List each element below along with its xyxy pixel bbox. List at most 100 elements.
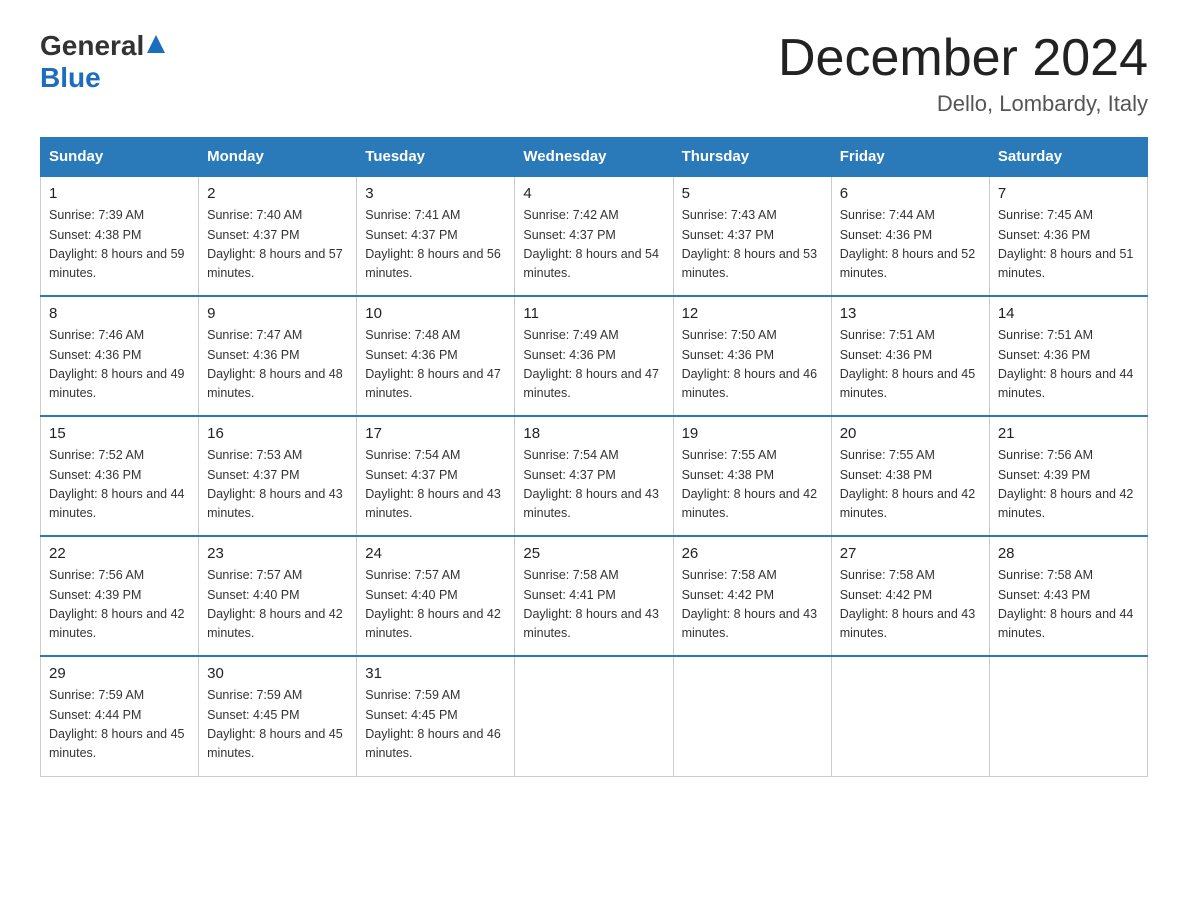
sunset-label: Sunset: 4:40 PM (365, 588, 457, 602)
day-info: Sunrise: 7:48 AM Sunset: 4:36 PM Dayligh… (365, 326, 506, 404)
sunset-label: Sunset: 4:37 PM (207, 468, 299, 482)
sunset-label: Sunset: 4:40 PM (207, 588, 299, 602)
logo-top: General (40, 30, 165, 62)
day-number: 30 (207, 665, 348, 682)
day-cell (515, 656, 673, 776)
daylight-label: Daylight: 8 hours and 44 minutes. (998, 367, 1134, 400)
sunset-label: Sunset: 4:37 PM (365, 468, 457, 482)
day-number: 22 (49, 545, 190, 562)
day-number: 5 (682, 185, 823, 202)
day-info: Sunrise: 7:50 AM Sunset: 4:36 PM Dayligh… (682, 326, 823, 404)
daylight-label: Daylight: 8 hours and 42 minutes. (207, 607, 343, 640)
sunrise-label: Sunrise: 7:51 AM (840, 328, 935, 342)
day-number: 18 (523, 425, 664, 442)
sunrise-label: Sunrise: 7:57 AM (207, 568, 302, 582)
daylight-label: Daylight: 8 hours and 59 minutes. (49, 247, 185, 280)
sunrise-label: Sunrise: 7:46 AM (49, 328, 144, 342)
day-info: Sunrise: 7:43 AM Sunset: 4:37 PM Dayligh… (682, 206, 823, 284)
page-header: General Blue December 2024 Dello, Lombar… (40, 30, 1148, 117)
calendar-header: Sunday Monday Tuesday Wednesday Thursday… (41, 138, 1148, 177)
day-cell (673, 656, 831, 776)
day-number: 1 (49, 185, 190, 202)
day-number: 2 (207, 185, 348, 202)
sunrise-label: Sunrise: 7:54 AM (365, 448, 460, 462)
sunset-label: Sunset: 4:45 PM (207, 708, 299, 722)
day-cell: 28 Sunrise: 7:58 AM Sunset: 4:43 PM Dayl… (989, 536, 1147, 656)
day-number: 25 (523, 545, 664, 562)
sunset-label: Sunset: 4:42 PM (840, 588, 932, 602)
sunset-label: Sunset: 4:37 PM (523, 228, 615, 242)
sunrise-label: Sunrise: 7:58 AM (998, 568, 1093, 582)
day-number: 12 (682, 305, 823, 322)
day-info: Sunrise: 7:51 AM Sunset: 4:36 PM Dayligh… (840, 326, 981, 404)
daylight-label: Daylight: 8 hours and 43 minutes. (840, 607, 976, 640)
day-info: Sunrise: 7:53 AM Sunset: 4:37 PM Dayligh… (207, 446, 348, 524)
day-number: 28 (998, 545, 1139, 562)
sunset-label: Sunset: 4:36 PM (365, 348, 457, 362)
daylight-label: Daylight: 8 hours and 47 minutes. (523, 367, 659, 400)
day-cell: 31 Sunrise: 7:59 AM Sunset: 4:45 PM Dayl… (357, 656, 515, 776)
daylight-label: Daylight: 8 hours and 57 minutes. (207, 247, 343, 280)
sunset-label: Sunset: 4:36 PM (207, 348, 299, 362)
daylight-label: Daylight: 8 hours and 44 minutes. (49, 487, 185, 520)
day-info: Sunrise: 7:58 AM Sunset: 4:41 PM Dayligh… (523, 566, 664, 644)
daylight-label: Daylight: 8 hours and 47 minutes. (365, 367, 501, 400)
day-info: Sunrise: 7:59 AM Sunset: 4:45 PM Dayligh… (207, 686, 348, 764)
day-cell: 14 Sunrise: 7:51 AM Sunset: 4:36 PM Dayl… (989, 296, 1147, 416)
day-number: 24 (365, 545, 506, 562)
day-cell: 13 Sunrise: 7:51 AM Sunset: 4:36 PM Dayl… (831, 296, 989, 416)
sunrise-label: Sunrise: 7:45 AM (998, 208, 1093, 222)
sunset-label: Sunset: 4:36 PM (49, 348, 141, 362)
day-info: Sunrise: 7:42 AM Sunset: 4:37 PM Dayligh… (523, 206, 664, 284)
sunset-label: Sunset: 4:36 PM (840, 228, 932, 242)
day-number: 20 (840, 425, 981, 442)
day-info: Sunrise: 7:41 AM Sunset: 4:37 PM Dayligh… (365, 206, 506, 284)
day-cell: 20 Sunrise: 7:55 AM Sunset: 4:38 PM Dayl… (831, 416, 989, 536)
header-row: Sunday Monday Tuesday Wednesday Thursday… (41, 138, 1148, 177)
day-cell: 21 Sunrise: 7:56 AM Sunset: 4:39 PM Dayl… (989, 416, 1147, 536)
day-cell: 30 Sunrise: 7:59 AM Sunset: 4:45 PM Dayl… (199, 656, 357, 776)
sunrise-label: Sunrise: 7:56 AM (998, 448, 1093, 462)
sunrise-label: Sunrise: 7:58 AM (682, 568, 777, 582)
day-number: 27 (840, 545, 981, 562)
day-number: 9 (207, 305, 348, 322)
week-row-1: 1 Sunrise: 7:39 AM Sunset: 4:38 PM Dayli… (41, 176, 1148, 296)
daylight-label: Daylight: 8 hours and 46 minutes. (365, 727, 501, 760)
sunrise-label: Sunrise: 7:39 AM (49, 208, 144, 222)
sunrise-label: Sunrise: 7:47 AM (207, 328, 302, 342)
sunrise-label: Sunrise: 7:43 AM (682, 208, 777, 222)
sunset-label: Sunset: 4:36 PM (998, 348, 1090, 362)
day-cell: 6 Sunrise: 7:44 AM Sunset: 4:36 PM Dayli… (831, 176, 989, 296)
sunset-label: Sunset: 4:37 PM (523, 468, 615, 482)
sunset-label: Sunset: 4:37 PM (207, 228, 299, 242)
week-row-2: 8 Sunrise: 7:46 AM Sunset: 4:36 PM Dayli… (41, 296, 1148, 416)
sunset-label: Sunset: 4:38 PM (840, 468, 932, 482)
daylight-label: Daylight: 8 hours and 46 minutes. (682, 367, 818, 400)
day-cell: 26 Sunrise: 7:58 AM Sunset: 4:42 PM Dayl… (673, 536, 831, 656)
sunrise-label: Sunrise: 7:53 AM (207, 448, 302, 462)
day-cell: 22 Sunrise: 7:56 AM Sunset: 4:39 PM Dayl… (41, 536, 199, 656)
daylight-label: Daylight: 8 hours and 42 minutes. (49, 607, 185, 640)
calendar-table: Sunday Monday Tuesday Wednesday Thursday… (40, 137, 1148, 777)
day-number: 17 (365, 425, 506, 442)
day-cell: 1 Sunrise: 7:39 AM Sunset: 4:38 PM Dayli… (41, 176, 199, 296)
daylight-label: Daylight: 8 hours and 42 minutes. (840, 487, 976, 520)
day-cell: 19 Sunrise: 7:55 AM Sunset: 4:38 PM Dayl… (673, 416, 831, 536)
day-info: Sunrise: 7:39 AM Sunset: 4:38 PM Dayligh… (49, 206, 190, 284)
daylight-label: Daylight: 8 hours and 42 minutes. (998, 487, 1134, 520)
day-cell (831, 656, 989, 776)
sunrise-label: Sunrise: 7:59 AM (49, 688, 144, 702)
sunset-label: Sunset: 4:39 PM (49, 588, 141, 602)
sunset-label: Sunset: 4:38 PM (682, 468, 774, 482)
day-cell: 10 Sunrise: 7:48 AM Sunset: 4:36 PM Dayl… (357, 296, 515, 416)
day-info: Sunrise: 7:59 AM Sunset: 4:44 PM Dayligh… (49, 686, 190, 764)
day-info: Sunrise: 7:59 AM Sunset: 4:45 PM Dayligh… (365, 686, 506, 764)
logo-bottom: Blue (40, 62, 101, 94)
day-info: Sunrise: 7:58 AM Sunset: 4:42 PM Dayligh… (682, 566, 823, 644)
daylight-label: Daylight: 8 hours and 52 minutes. (840, 247, 976, 280)
day-number: 26 (682, 545, 823, 562)
day-info: Sunrise: 7:57 AM Sunset: 4:40 PM Dayligh… (207, 566, 348, 644)
week-row-4: 22 Sunrise: 7:56 AM Sunset: 4:39 PM Dayl… (41, 536, 1148, 656)
col-thursday: Thursday (673, 138, 831, 177)
day-number: 10 (365, 305, 506, 322)
